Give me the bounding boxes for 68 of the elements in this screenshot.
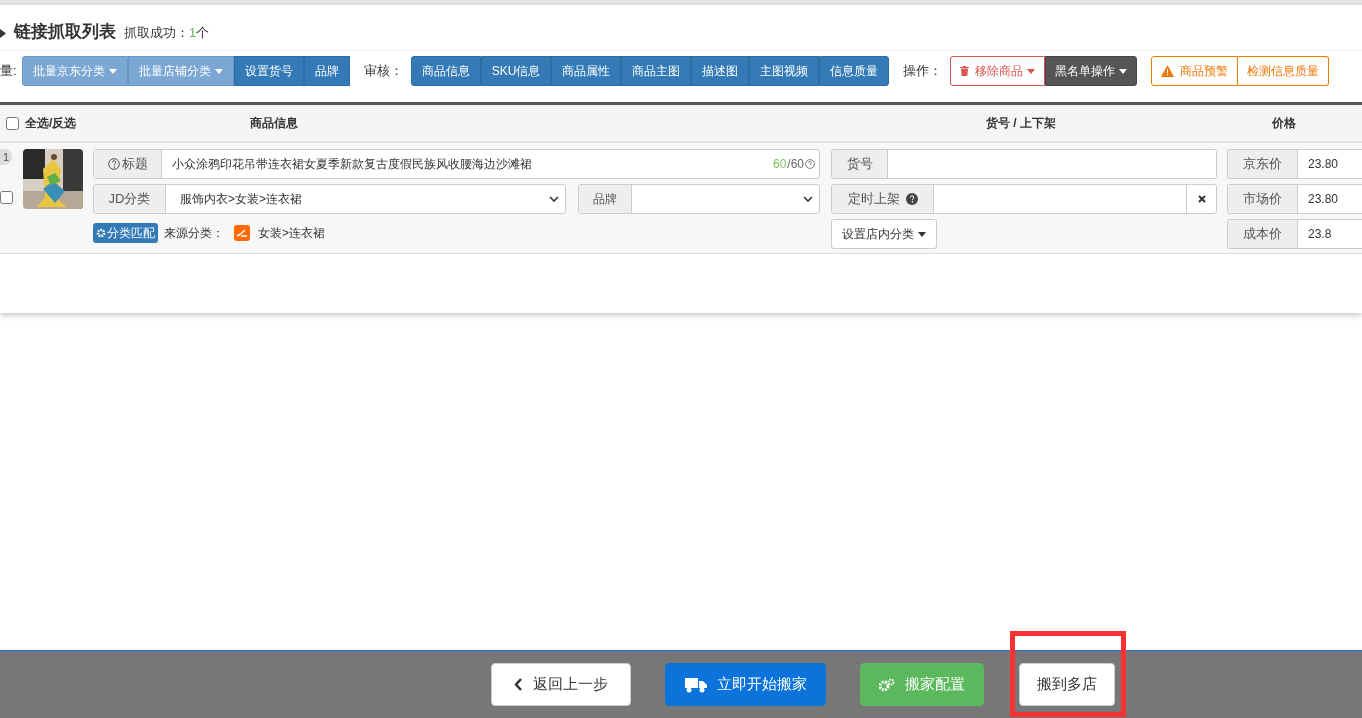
brand-select[interactable]: 品牌 (578, 184, 820, 214)
row-number: 1 (0, 149, 13, 165)
caret-icon (1119, 68, 1128, 74)
warning-button[interactable]: 检测信息质量 (1238, 56, 1330, 86)
review-button[interactable]: SKU信息 (480, 56, 552, 86)
warning-icon (1161, 65, 1175, 77)
gear-icon (96, 228, 106, 238)
shop-category-button[interactable]: 设置店内分类 (831, 219, 937, 249)
help-icon (805, 159, 815, 169)
title-label: 标题 (121, 155, 148, 174)
price-field[interactable]: 成本价 23.8 (1227, 219, 1362, 249)
review-button[interactable]: 描述图 (691, 56, 750, 86)
footer-button[interactable]: 搬到多店 (1019, 663, 1115, 706)
batch-label: 量: (0, 62, 17, 81)
category-match-button[interactable]: 分类匹配 (93, 223, 158, 243)
caret-icon (1027, 68, 1036, 74)
page-title: 链接抓取列表 (14, 20, 116, 43)
help-icon (905, 193, 918, 205)
category-select[interactable]: JD分类 服饰内衣>女装>连衣裙 (93, 184, 566, 214)
trash-icon (960, 66, 970, 76)
caret-right-icon[interactable] (0, 29, 6, 38)
shop-logo-icon (234, 225, 250, 241)
row-checkbox[interactable] (0, 191, 13, 204)
select-all-label: 全选/反选 (25, 115, 77, 132)
column-header: 货号 / 上下架 (986, 115, 1057, 132)
ops-label: 操作： (903, 62, 943, 81)
column-header: 价格 (1272, 115, 1296, 132)
chevron-down-icon (549, 196, 559, 202)
schedule-field[interactable]: 定时上架 (831, 184, 1217, 214)
char-count-used: 60 (772, 156, 787, 173)
ops-button[interactable]: 移除商品 (950, 56, 1046, 86)
batch-button[interactable]: 设置货号 (233, 56, 304, 86)
footer-button[interactable]: 立即开始搬家 (665, 663, 826, 706)
ops-button[interactable]: 黑名单操作 (1045, 56, 1138, 86)
close-icon[interactable] (1197, 195, 1206, 203)
price-field[interactable]: 市场价 23.80 (1227, 184, 1362, 214)
batch-button[interactable]: 批量京东分类 (21, 56, 128, 86)
gears-icon (879, 677, 895, 692)
review-button[interactable]: 商品主图 (621, 56, 692, 86)
caret-icon (108, 68, 117, 74)
batch-button[interactable]: 品牌 (303, 56, 350, 86)
footer-button[interactable]: 搬家配置 (860, 663, 984, 706)
char-count-total: /60 (787, 156, 804, 173)
price-field[interactable]: 京东价 23.80 (1227, 149, 1362, 179)
status-label: 抓取成功： (124, 23, 189, 42)
warning-button[interactable]: 商品预警 (1151, 56, 1239, 86)
caret-icon (918, 231, 926, 237)
help-icon (107, 158, 120, 170)
status-unit: 个 (196, 23, 210, 42)
review-button[interactable]: 商品信息 (410, 56, 481, 86)
title-field[interactable]: 标题 小众涂鸦印花吊带连衣裙女夏季新款复古度假民族风收腰海边沙滩裙 60/60 (93, 149, 820, 179)
review-label: 审核： (363, 62, 403, 81)
title-value: 小众涂鸦印花吊带连衣裙女夏季新款复古度假民族风收腰海边沙滩裙 (171, 156, 533, 173)
review-button[interactable]: 主图视频 (749, 56, 820, 86)
select-all-checkbox[interactable] (6, 116, 19, 130)
footer-button[interactable]: 返回上一步 (491, 663, 631, 706)
review-button[interactable]: 信息质量 (819, 56, 890, 86)
source-label: 来源分类： (164, 225, 224, 242)
chevron-down-icon (803, 196, 813, 202)
column-header: 商品信息 (250, 115, 299, 132)
truck-icon (684, 676, 707, 693)
chevron-left-icon (514, 678, 523, 691)
review-button[interactable]: 商品属性 (551, 56, 622, 86)
batch-button[interactable]: 批量店铺分类 (127, 56, 234, 86)
sku-field[interactable]: 货号 (831, 149, 1217, 179)
status-count: 1 (189, 23, 197, 42)
source-category: 女装>连衣裙 (258, 225, 325, 242)
caret-icon (214, 68, 223, 74)
